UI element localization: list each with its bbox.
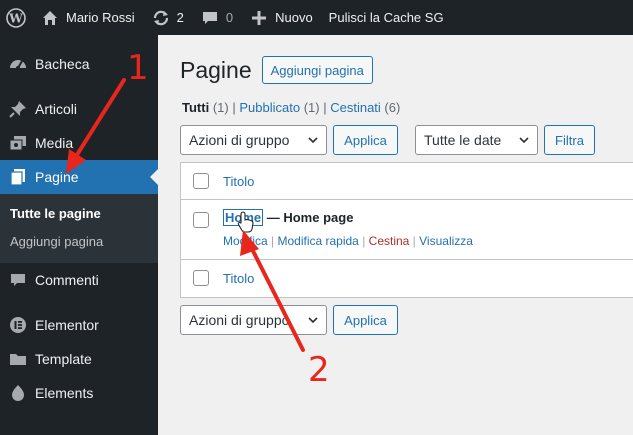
admin-sidebar: Bacheca Articoli Media Pagine Tutte le p… xyxy=(0,35,158,435)
pages-submenu: Tutte le pagine Aggiungi pagina xyxy=(0,194,158,263)
table-header-row: Titolo xyxy=(181,163,633,200)
sidebar-item-commenti[interactable]: Commenti xyxy=(0,263,158,297)
site-name-label: Mario Rossi xyxy=(66,10,135,25)
view-all-link[interactable]: Tutti xyxy=(182,100,209,115)
page-heading: Pagine Aggiungi pagina xyxy=(180,56,373,84)
chevron-down-icon xyxy=(308,137,318,144)
sidebar-item-template[interactable]: Template xyxy=(0,342,158,376)
table-footer-row: Titolo xyxy=(181,260,633,297)
quick-edit-link[interactable]: Modifica rapida xyxy=(277,234,358,248)
comment-bubble-icon xyxy=(200,8,220,28)
site-name-button[interactable]: Mario Rossi xyxy=(32,0,143,35)
updates-icon xyxy=(151,8,171,28)
edit-link[interactable]: Modifica xyxy=(223,234,268,248)
row-checkbox[interactable] xyxy=(193,212,209,228)
view-published-count: (1) xyxy=(303,100,320,115)
comments-icon xyxy=(8,270,28,290)
page-title: Pagine xyxy=(180,56,252,83)
svg-text:W: W xyxy=(8,11,23,25)
column-title-sort[interactable]: Titolo xyxy=(223,174,254,189)
bulk-actions-select-bottom[interactable]: Azioni di gruppo xyxy=(180,305,327,335)
home-icon xyxy=(40,8,60,28)
sidebar-item-elementor[interactable]: Elementor xyxy=(0,308,158,342)
action-separator: | xyxy=(409,234,420,248)
date-filter-value: Tutte le date xyxy=(424,132,502,148)
sidebar-item-pagine[interactable]: Pagine xyxy=(0,160,158,194)
sidebar-item-media[interactable]: Media xyxy=(0,126,158,160)
bulk-actions-value: Azioni di gruppo xyxy=(189,132,290,148)
elementor-icon xyxy=(8,315,28,335)
sidebar-item-label: Bacheca xyxy=(35,56,90,72)
folder-icon xyxy=(8,349,28,369)
apply-button-bottom[interactable]: Applica xyxy=(333,305,398,335)
status-filter-links: Tutti (1) | Pubblicato (1) | Cestinati (… xyxy=(182,100,400,115)
view-published-link[interactable]: Pubblicato xyxy=(239,100,300,115)
view-link[interactable]: Visualizza xyxy=(419,234,473,248)
action-separator: | xyxy=(358,234,369,248)
view-separator: | xyxy=(323,100,327,115)
media-icon xyxy=(8,133,28,153)
page-state-label: — Home page xyxy=(263,210,354,225)
view-separator: | xyxy=(232,100,236,115)
annotation-number-2: 2 xyxy=(308,350,330,390)
main-content: Pagine Aggiungi pagina Tutti (1) | Pubbl… xyxy=(158,35,633,435)
bulk-actions-select-top[interactable]: Azioni di gruppo xyxy=(180,125,327,155)
row-actions: Modifica | Modifica rapida | Cestina | V… xyxy=(223,234,473,248)
filter-button[interactable]: Filtra xyxy=(544,125,595,155)
chevron-down-icon xyxy=(308,317,318,324)
chevron-down-icon xyxy=(519,137,529,144)
view-trash-count: (6) xyxy=(384,100,401,115)
submenu-all-pages[interactable]: Tutte le pagine xyxy=(0,200,158,228)
bulk-actions-value: Azioni di gruppo xyxy=(189,312,290,328)
updates-count: 2 xyxy=(176,10,184,25)
elements-icon xyxy=(8,383,28,403)
select-all-checkbox-bottom[interactable] xyxy=(193,270,209,286)
sidebar-item-label: Articoli xyxy=(35,101,78,117)
action-separator: | xyxy=(267,234,278,248)
sidebar-item-label: Template xyxy=(35,351,92,367)
sidebar-item-label: Media xyxy=(35,135,74,151)
view-trash-link[interactable]: Cestinati xyxy=(330,100,381,115)
apply-button-top[interactable]: Applica xyxy=(333,125,398,155)
column-title-sort-bottom[interactable]: Titolo xyxy=(223,271,254,286)
purge-cache-button[interactable]: Pulisci la Cache SG xyxy=(321,0,452,35)
plus-icon xyxy=(249,8,269,28)
wordpress-logo-button[interactable]: W xyxy=(0,0,32,35)
select-all-checkbox[interactable] xyxy=(193,173,209,189)
submenu-add-page[interactable]: Aggiungi pagina xyxy=(0,228,158,256)
trash-link[interactable]: Cestina xyxy=(369,234,410,248)
updates-button[interactable]: 2 xyxy=(143,0,192,35)
dashboard-icon xyxy=(8,54,28,74)
date-filter-select[interactable]: Tutte le date xyxy=(415,125,538,155)
view-all-count: (1) xyxy=(212,100,229,115)
comments-button[interactable]: 0 xyxy=(192,0,241,35)
admin-bar: W Mario Rossi 2 0 Nuovo Pulisci la Cache… xyxy=(0,0,633,35)
annotation-number-1: 1 xyxy=(127,48,149,88)
new-content-button[interactable]: Nuovo xyxy=(241,0,321,35)
comments-count: 0 xyxy=(225,10,234,25)
new-content-label: Nuovo xyxy=(275,10,313,25)
sidebar-item-label: Commenti xyxy=(35,272,99,288)
sidebar-item-label: Elementor xyxy=(35,317,99,333)
sidebar-item-elements[interactable]: Elements xyxy=(0,376,158,410)
pages-icon xyxy=(8,167,28,187)
add-page-button[interactable]: Aggiungi pagina xyxy=(261,56,373,84)
pin-icon xyxy=(8,99,28,119)
hand-cursor-icon xyxy=(237,211,254,233)
purge-cache-label: Pulisci la Cache SG xyxy=(328,10,444,25)
sidebar-item-label: Pagine xyxy=(35,169,79,185)
wordpress-icon: W xyxy=(6,7,26,28)
sidebar-item-label: Elements xyxy=(35,385,94,401)
sidebar-item-articoli[interactable]: Articoli xyxy=(0,92,158,126)
